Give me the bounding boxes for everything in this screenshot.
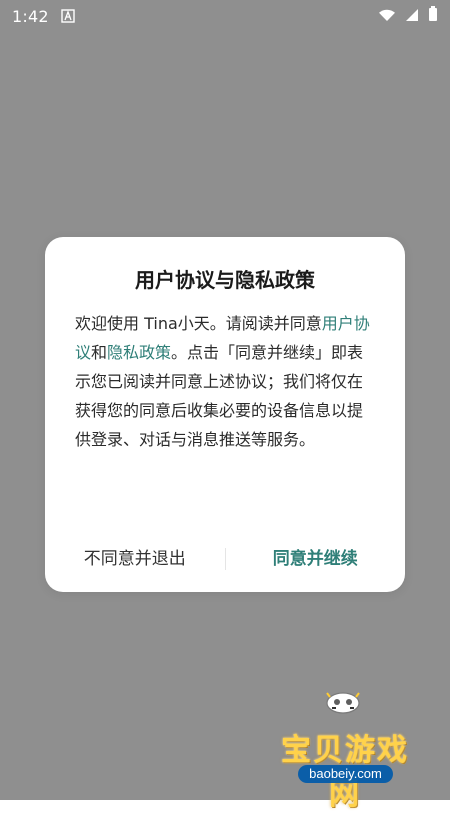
signal-icon xyxy=(404,7,420,26)
disagree-exit-button[interactable]: 不同意并退出 xyxy=(45,549,225,569)
body-text-intro: 欢迎使用 Tina小天。请阅读并同意 xyxy=(75,314,322,333)
body-text-and: 和 xyxy=(91,343,108,362)
privacy-policy-link[interactable]: 隐私政策 xyxy=(107,343,171,362)
status-bar: 1:42 xyxy=(0,0,450,32)
battery-icon xyxy=(428,6,438,26)
watermark: 宝贝游戏网 baobeiy.com xyxy=(270,692,420,812)
a-icon xyxy=(61,9,75,23)
agree-continue-button[interactable]: 同意并继续 xyxy=(226,549,406,569)
watermark-url: baobeiy.com xyxy=(298,765,393,783)
wifi-icon xyxy=(378,7,396,26)
status-time: 1:42 xyxy=(12,6,49,26)
dialog-actions: 不同意并退出 同意并继续 xyxy=(45,538,405,580)
dialog-body: 欢迎使用 Tina小天。请阅读并同意用户协议和隐私政策。点击「同意并继续」即表示… xyxy=(75,309,375,454)
status-icons xyxy=(378,6,438,26)
privacy-dialog: 用户协议与隐私政策 欢迎使用 Tina小天。请阅读并同意用户协议和隐私政策。点击… xyxy=(45,237,405,592)
dialog-title: 用户协议与隐私政策 xyxy=(135,268,315,292)
game-controller-mascot-icon xyxy=(324,689,362,715)
